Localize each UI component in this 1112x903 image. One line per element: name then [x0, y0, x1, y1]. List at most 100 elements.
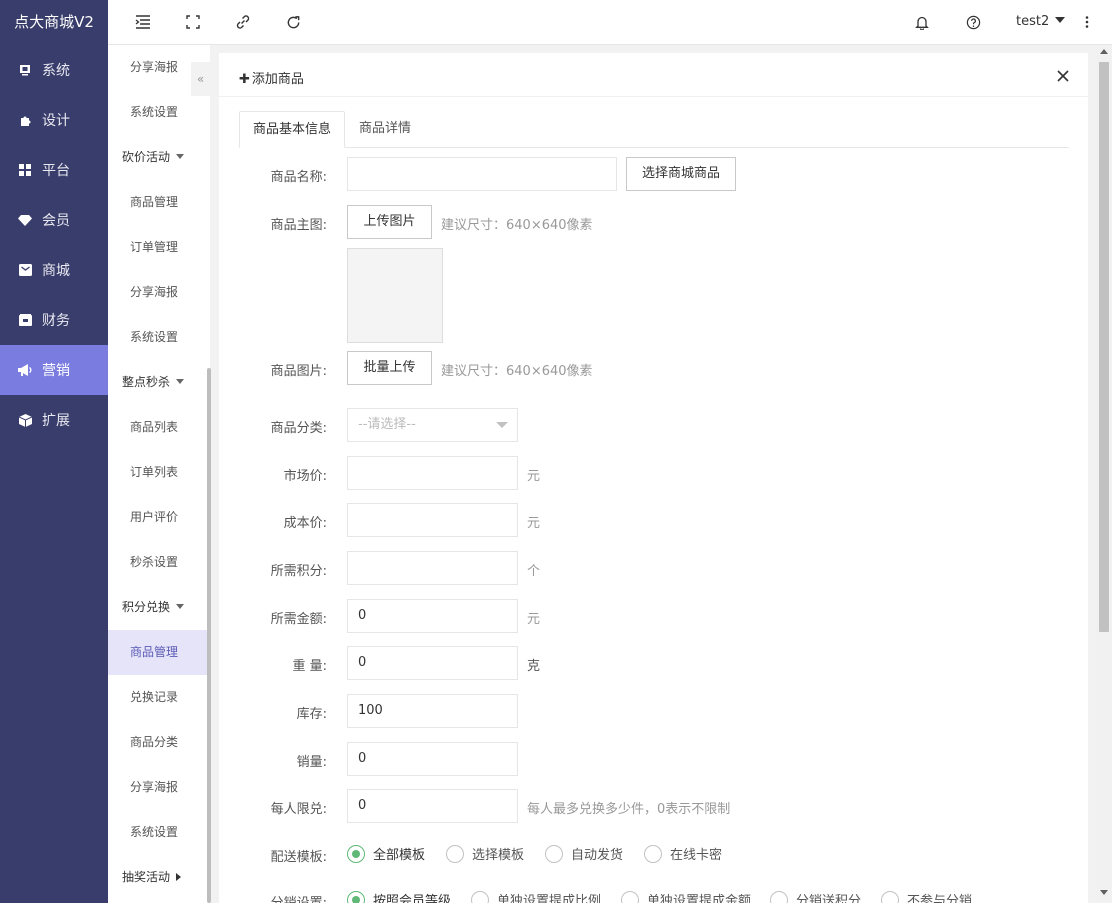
submenu-item-label: 分享海报 [130, 780, 179, 794]
user-menu[interactable]: test2 [1016, 14, 1066, 29]
submenu-item-label: 订单管理 [130, 240, 179, 254]
nav-item[interactable]: 扩展 [0, 395, 108, 445]
scroll-down-icon[interactable] [1100, 890, 1108, 895]
nav-item[interactable]: 平台 [0, 145, 108, 195]
nav-item-label: 营销 [42, 363, 70, 379]
link-icon[interactable] [234, 13, 252, 31]
panel-header: ✚ 添加商品 [219, 53, 1088, 97]
nav-item[interactable]: 设计 [0, 95, 108, 145]
choose-mall-product-button[interactable]: 选择商城商品 [626, 157, 736, 191]
submenu-item-label: 系统设置 [130, 330, 179, 344]
collapse-submenu-button[interactable]: « [191, 62, 210, 96]
main-image-preview[interactable] [347, 248, 443, 343]
required-amount-input[interactable]: 0 [347, 599, 518, 633]
submenu-item[interactable]: 订单管理 [108, 225, 210, 270]
nav-item[interactable]: 财务 [0, 295, 108, 345]
submenu-group[interactable]: 抽奖活动 [108, 855, 210, 900]
submenu-item-label: 商品管理 [130, 195, 179, 209]
nav-item-label: 平台 [42, 163, 70, 179]
refresh-icon[interactable] [284, 13, 302, 31]
delivery-template-option[interactable]: 选择模板 [446, 844, 524, 863]
commission-setting-option-label: 按照会员等级 [373, 894, 452, 903]
add-product-panel: ✚ 添加商品 商品基本信息 商品详情 商品名称: 选择商城商品 商品主图: 上传图… [219, 53, 1088, 903]
commission-setting-option[interactable]: 按照会员等级 [347, 890, 451, 903]
submenu-item-label: 秒杀设置 [130, 555, 179, 569]
submenu-item[interactable]: 系统设置 [108, 810, 210, 855]
submenu-item[interactable]: 兑换记录 [108, 675, 210, 720]
delivery-template-option[interactable]: 自动发货 [545, 844, 623, 863]
nav-item[interactable]: 商城 [0, 245, 108, 295]
nav-item[interactable]: 营销 [0, 345, 108, 395]
commission-setting-option[interactable]: 单独设置提成比例 [471, 890, 601, 903]
puzzle-icon [18, 113, 32, 127]
main-nav: 系统设计平台会员 商城 财务营销扩展 [0, 45, 108, 445]
product-images-label: 商品图片: [270, 364, 327, 379]
radio-circle-icon [770, 890, 788, 903]
batch-upload-button[interactable]: 批量上传 [347, 351, 432, 385]
market-price-label: 市场价: [283, 469, 327, 484]
dropdown-arrow-icon [496, 422, 508, 428]
submenu-item[interactable]: 系统设置 [108, 315, 210, 360]
submenu-item[interactable]: 分享海报 [108, 270, 210, 315]
radio-circle-icon [347, 890, 365, 903]
submenu-item[interactable]: 商品列表 [108, 405, 210, 450]
required-points-input[interactable] [347, 551, 518, 585]
menu-fold-icon[interactable] [134, 13, 152, 31]
caret-down-icon [1055, 17, 1066, 23]
tab-product-details[interactable]: 商品详情 [346, 111, 424, 148]
main-image-hint: 建议尺寸：640×640像素 [441, 218, 593, 233]
panel-title: ✚ 添加商品 [239, 68, 304, 87]
delivery-template-option[interactable]: 全部模板 [347, 844, 425, 863]
fullscreen-icon[interactable] [184, 13, 202, 31]
submenu-group[interactable]: 积分兑换 [108, 585, 210, 630]
submenu-item[interactable]: 系统设置 [108, 90, 210, 135]
grid-icon [18, 163, 32, 177]
tab-basic-info[interactable]: 商品基本信息 [239, 111, 346, 148]
weight-input[interactable]: 0 [347, 646, 518, 680]
cost-price-input[interactable] [347, 503, 518, 537]
per-user-limit-input[interactable]: 0 [347, 789, 518, 823]
bell-icon[interactable] [913, 13, 931, 31]
market-price-input[interactable] [347, 456, 518, 490]
nav-item[interactable]: 系统 [0, 45, 108, 95]
radio-circle-icon [881, 890, 899, 903]
nav-item-label: 扩展 [42, 413, 70, 429]
stock-input[interactable]: 100 [347, 694, 518, 728]
submenu-group[interactable]: 整点秒杀 [108, 360, 210, 405]
submenu-item[interactable]: 订单列表 [108, 450, 210, 495]
product-images-hint: 建议尺寸：640×640像素 [441, 364, 593, 379]
product-name-label: 商品名称: [270, 170, 327, 185]
nav-item[interactable]: 会员 [0, 195, 108, 245]
scroll-up-icon[interactable] [1100, 49, 1108, 54]
help-icon[interactable] [964, 13, 982, 31]
submenu-item[interactable]: 商品管理 [108, 630, 210, 675]
submenu-item[interactable]: 分享海报 [108, 765, 210, 810]
mail-icon [18, 263, 32, 277]
product-name-input[interactable] [347, 157, 617, 191]
upload-image-button[interactable]: 上传图片 [347, 205, 432, 239]
commission-setting-option[interactable]: 单独设置提成金额 [621, 890, 751, 903]
submenu-item[interactable]: 秒杀设置 [108, 540, 210, 585]
caret-right-icon [176, 873, 182, 881]
commission-setting-option-label: 分销送积分 [796, 894, 862, 903]
radio-circle-icon [446, 844, 464, 863]
submenu-item[interactable]: 商品分类 [108, 720, 210, 765]
secondary-menu-list: 分享海报 系统设置 砍价活动 商品管理 订单管理 分享海报 系统设置 整点秒杀 商品列表 订单列表… [108, 45, 210, 900]
page-scrollbar-thumb[interactable] [1099, 62, 1109, 632]
sales-input[interactable]: 0 [347, 742, 518, 776]
delivery-template-label: 配送模板: [270, 850, 327, 865]
submenu-scrollbar[interactable] [207, 368, 211, 903]
submenu-item[interactable]: 商品管理 [108, 180, 210, 225]
sales-label: 销量: [296, 755, 327, 770]
commission-setting-option[interactable]: 分销送积分 [770, 890, 861, 903]
commission-setting-option[interactable]: 不参与分销 [881, 890, 972, 903]
submenu-item[interactable]: 用户评价 [108, 495, 210, 540]
category-select[interactable]: --请选择-- [347, 408, 518, 442]
submenu-group[interactable]: 砍价活动 [108, 135, 210, 180]
submenu-group-label: 砍价活动 [122, 150, 171, 164]
nav-item-label: 系统 [42, 63, 70, 79]
delivery-template-option[interactable]: 在线卡密 [644, 844, 722, 863]
nav-item-label: 设计 [42, 113, 70, 129]
close-icon[interactable] [1056, 69, 1070, 83]
more-vertical-icon[interactable] [1078, 13, 1096, 31]
